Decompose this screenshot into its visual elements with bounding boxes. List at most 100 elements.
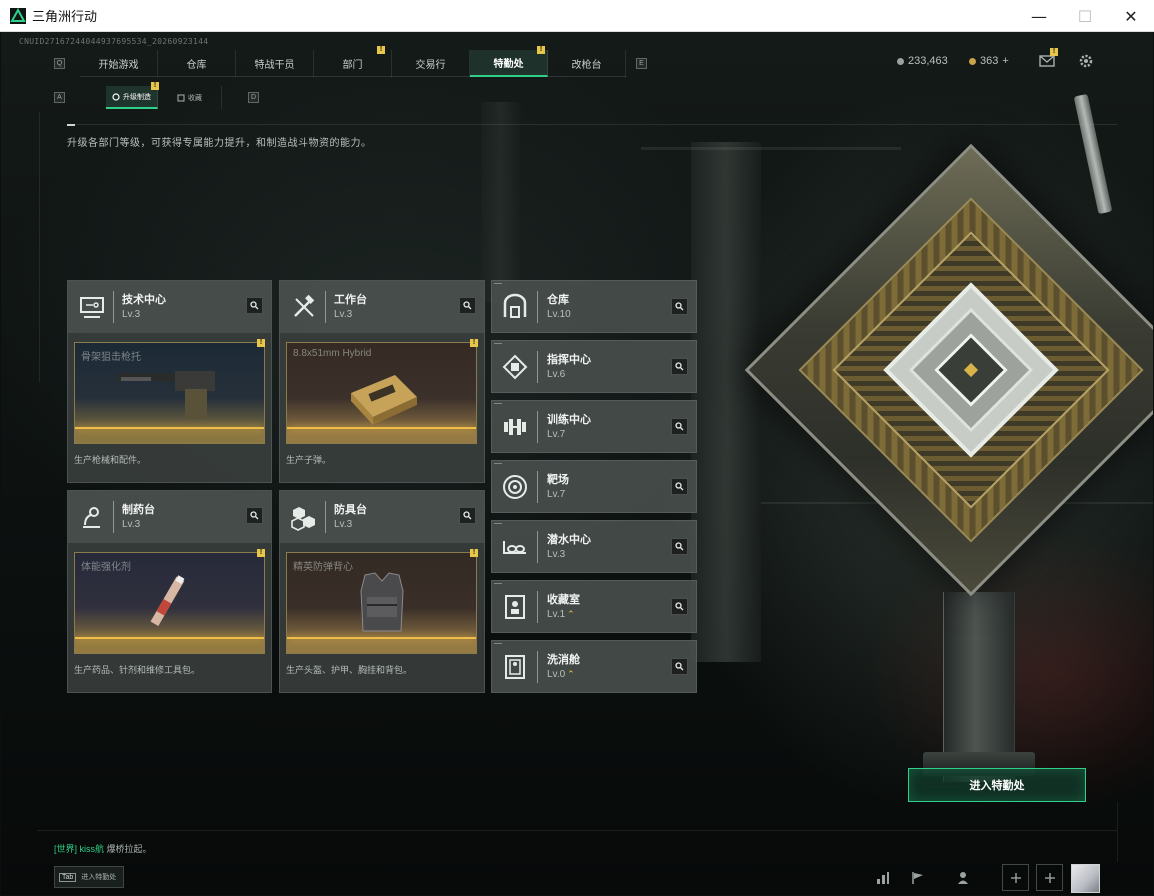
product-floor [287,429,476,443]
main-nav: 开始游戏 仓库 特战干员 部门 ! 交易行 特勤处 ! 改枪台 [80,46,626,77]
blocks-icon [291,507,315,531]
department-level: Lv.3 [334,519,353,530]
tab-label: 仓库 [186,60,207,71]
search-icon[interactable] [671,478,688,495]
add-party-slot-button[interactable] [1036,864,1063,891]
header-divider [537,411,538,443]
subtab-next-key[interactable]: D [248,92,259,103]
plus-icon [1044,872,1055,883]
tab-warehouse[interactable]: 仓库 [158,50,236,77]
search-icon[interactable] [459,297,476,314]
search-icon[interactable] [671,358,688,375]
tab-collection[interactable]: 收藏 [158,86,222,109]
search-icon[interactable] [671,418,688,435]
plus-icon [1010,872,1021,883]
department-name: 制药台 [122,504,155,516]
background-rail [39,112,40,382]
tab-key-hint[interactable]: Tab 进入特勤处 [54,866,124,888]
search-icon[interactable] [671,298,688,315]
page-description: 升级各部门等级，可获得专属能力提升，和制造战斗物资的能力。 [67,138,372,149]
department-card-pharmacy[interactable]: 制药台 Lv.3 体能强化剂 ! 生产药品、针剂和维修工具包。 [67,490,272,693]
department-level: Lv.7 [547,429,566,440]
coupon-icon [897,57,904,65]
add-gold-button[interactable]: + [1002,55,1008,67]
department-level-row: Lv.1 ⌃ [547,609,575,620]
window-titlebar: 三角洲行动 — ☐ ✕ [0,0,1154,32]
department-name: 指挥中心 [547,354,591,366]
subtab-prev-key[interactable]: A [54,92,65,103]
minimize-button[interactable]: — [1016,0,1062,32]
department-card-decon-pod[interactable]: 洗消舱 Lv.0 ⌃ [491,640,697,693]
tab-start-game[interactable]: 开始游戏 [80,50,158,77]
department-name: 仓库 [547,294,569,306]
search-icon[interactable] [246,297,263,314]
notification-badge: ! [1050,48,1058,56]
department-level: Lv.10 [547,309,571,320]
notification-badge: ! [257,549,265,557]
tab-label: 开始游戏 [98,60,139,71]
product-preview[interactable]: 骨架狙击枪托 [74,342,265,444]
microscope-icon [83,507,100,528]
gold-balance[interactable]: 363 + [969,55,1009,67]
department-card-collection-room[interactable]: 收藏室 Lv.1 ⌃ [491,580,697,633]
tab-market[interactable]: 交易行 [392,50,470,77]
flag-icon[interactable] [904,864,931,891]
search-icon[interactable] [246,507,263,524]
department-card-training-center[interactable]: 训练中心 Lv.7 [491,400,697,453]
coupon-balance[interactable]: 233,463 [897,55,948,67]
product-preview[interactable]: 精英防弹背心 [286,552,477,654]
nav-next-key[interactable]: E [636,58,647,69]
background-rail [641,147,901,150]
product-description: 生产子弹。 [286,455,332,465]
search-icon[interactable] [459,507,476,524]
rifle-stock-image [117,371,215,419]
search-icon[interactable] [671,538,688,555]
header-divider [325,501,326,533]
description-marker [67,124,75,126]
add-party-slot-button[interactable] [1002,864,1029,891]
corner-tick [494,523,502,524]
department-card-diving-center[interactable]: 潜水中心 Lv.3 [491,520,697,573]
department-name: 技术中心 [122,294,166,306]
stats-icon[interactable] [869,864,896,891]
enter-special-ops-button[interactable]: 进入特勤处 [908,768,1086,802]
settings-gear-icon[interactable] [1077,52,1095,70]
department-card-command-center[interactable]: 指挥中心 Lv.6 [491,340,697,393]
tab-departments[interactable]: 部门 ! [314,46,392,77]
department-card-tech-center[interactable]: 技术中心 Lv.3 骨架狙击枪托 ! 生产枪械和配件。 [67,280,272,483]
corner-tick [494,403,502,404]
tab-operators[interactable]: 特战干员 [236,50,314,77]
tab-upgrade-manufacture[interactable]: 升级制造 ! [106,82,159,109]
search-icon[interactable] [671,598,688,615]
product-preview[interactable]: 体能强化剂 [74,552,265,654]
background-rail [37,830,1117,831]
department-card-warehouse[interactable]: 仓库 Lv.10 [491,280,697,333]
robot-arm [1073,93,1113,215]
tab-label: 特勤处 [493,59,524,70]
syringe-image [150,575,185,627]
tab-gunsmith[interactable]: 改枪台 [548,50,626,77]
maximize-button[interactable]: ☐ [1062,0,1108,32]
department-card-armor-bench[interactable]: 防具台 Lv.3 精英防弹背心 ! 生产头盔、护甲、胸挂和背包。 [279,490,485,693]
mail-icon[interactable]: ! [1038,48,1058,70]
department-name: 训练中心 [547,414,591,426]
close-button[interactable]: ✕ [1108,0,1154,32]
department-card-workbench[interactable]: 工作台 Lv.3 8.8x51mm Hybrid ! 生产子弹。 [279,280,485,483]
department-name: 工作台 [334,294,367,306]
special-ops-cube-model [744,143,1153,597]
product-floor [75,639,264,653]
product-floor [287,639,476,653]
upgrade-available-icon: ⌃ [567,609,575,619]
department-card-shooting-range[interactable]: 靶场 Lv.7 [491,460,697,513]
notification-badge: ! [377,46,385,54]
search-icon[interactable] [671,658,688,675]
friends-icon[interactable] [951,864,978,891]
tab-special-ops[interactable]: 特勤处 ! [470,46,548,77]
background-rail [1117,802,1118,862]
nav-prev-key[interactable]: Q [54,58,65,69]
corner-tick [494,643,502,644]
chat-line[interactable]: [世界] kiss航 爆桥拉起。 [54,842,152,855]
product-preview[interactable]: 8.8x51mm Hybrid [286,342,477,444]
player-avatar[interactable] [1071,864,1100,893]
header-divider [325,291,326,323]
